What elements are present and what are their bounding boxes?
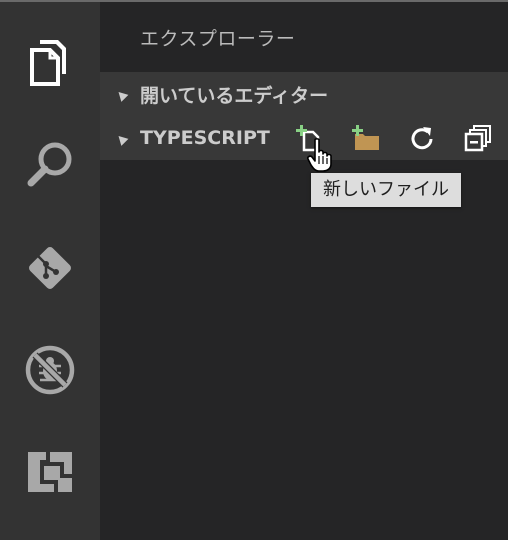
activity-bar	[0, 2, 100, 540]
git-icon	[24, 242, 76, 294]
activity-debug[interactable]	[0, 320, 100, 420]
search-icon	[25, 139, 75, 189]
activity-explorer[interactable]	[0, 12, 100, 112]
section-open-editors-label: 開いているエディター	[140, 84, 329, 107]
expanded-arrow-icon	[114, 87, 129, 102]
activity-git[interactable]	[0, 218, 100, 318]
vscode-window: エクスプローラー 開いているエディター TYPESCRIPT 新しいファイル	[0, 0, 508, 540]
tooltip: 新しいファイル	[311, 173, 461, 207]
new-folder-icon	[351, 124, 381, 152]
hand-cursor-icon	[307, 138, 337, 176]
refresh-button[interactable]	[408, 124, 436, 152]
collapse-all-icon	[464, 124, 492, 152]
activity-extensions[interactable]	[0, 422, 100, 522]
new-folder-button[interactable]	[352, 124, 380, 152]
activity-search[interactable]	[0, 114, 100, 214]
section-open-editors[interactable]: 開いているエディター	[100, 72, 508, 116]
explorer-sidebar: エクスプローラー 開いているエディター TYPESCRIPT	[100, 2, 508, 540]
refresh-icon	[408, 124, 436, 152]
sidebar-title: エクスプローラー	[140, 28, 296, 50]
files-icon	[28, 38, 72, 86]
section-workspace[interactable]: TYPESCRIPT	[100, 116, 508, 160]
debug-icon	[24, 344, 76, 396]
section-workspace-label: TYPESCRIPT	[140, 127, 270, 149]
extensions-icon	[26, 448, 74, 496]
collapse-all-button[interactable]	[464, 124, 492, 152]
expanded-arrow-icon	[114, 131, 129, 146]
